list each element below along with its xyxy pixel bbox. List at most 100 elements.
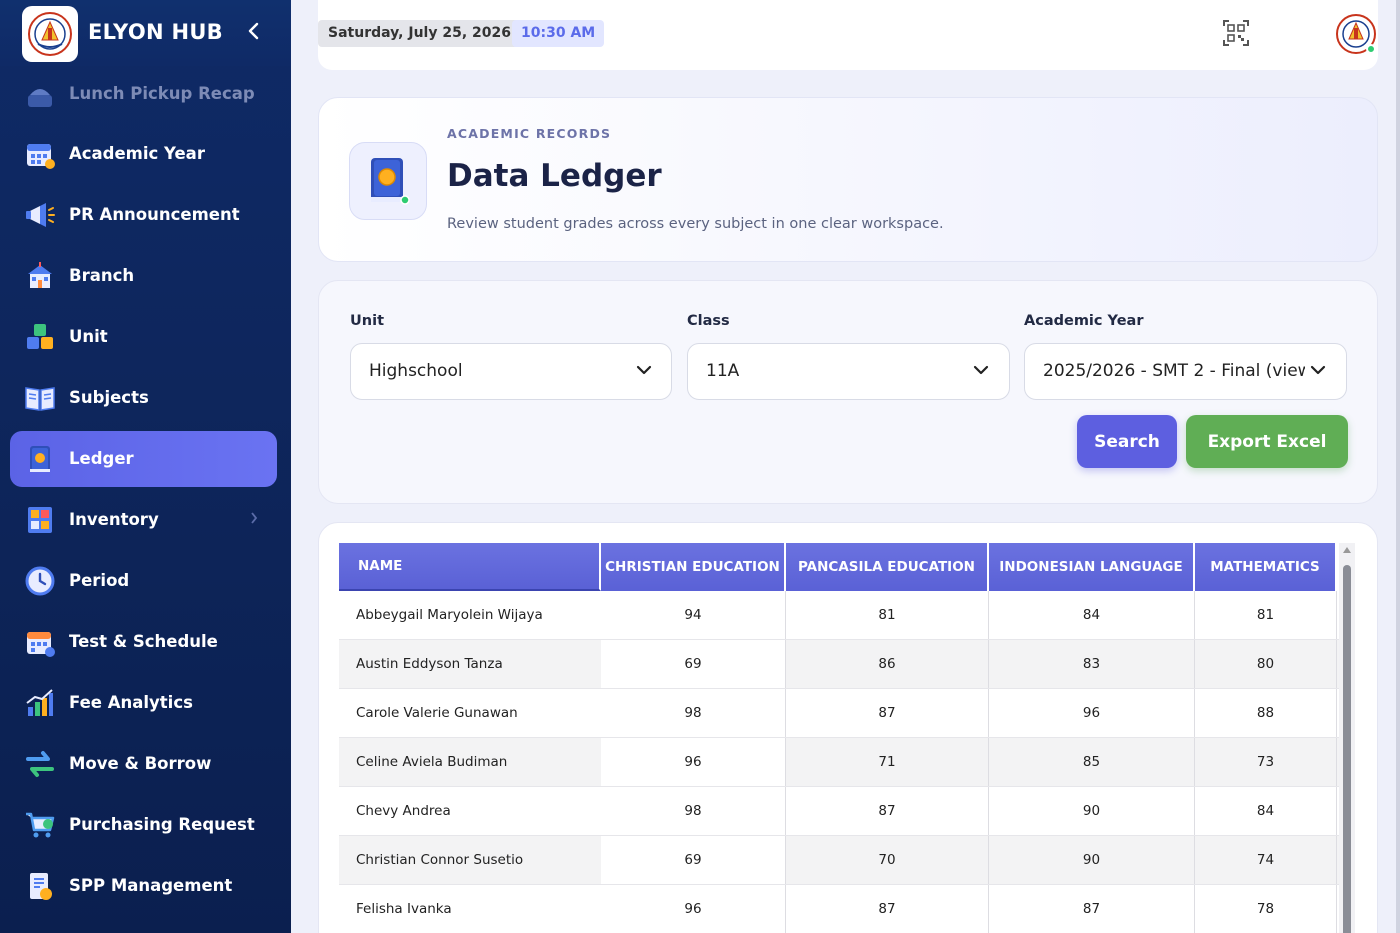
- column-header-mathematics[interactable]: MATHEMATICS: [1195, 543, 1337, 591]
- school-crest-icon: [28, 12, 72, 56]
- sidebar-item-label: Fee Analytics: [69, 693, 193, 712]
- sidebar-item-label: PR Announcement: [69, 205, 240, 224]
- collapse-sidebar-button[interactable]: [246, 20, 262, 48]
- table-row[interactable]: Abbeygail Maryolein Wijaya 94 81 84 81: [339, 591, 1339, 640]
- student-name-cell: Christian Connor Susetio: [339, 836, 601, 884]
- page-subtitle: Review student grades across every subje…: [447, 216, 944, 232]
- student-name-cell: Austin Eddyson Tanza: [339, 640, 601, 688]
- user-avatar[interactable]: [1334, 12, 1378, 56]
- lunch-icon: [28, 89, 52, 107]
- scrollbar-thumb[interactable]: [1343, 565, 1351, 933]
- date-display: Saturday, July 25, 2026: [318, 20, 521, 47]
- ledger-table-card: NAME CHRISTIAN EDUCATION PANCASILA EDUCA…: [318, 522, 1378, 933]
- chevron-down-icon: [636, 365, 652, 375]
- table-row[interactable]: Christian Connor Susetio 69 70 90 74: [339, 836, 1339, 885]
- column-header-pancasila-education[interactable]: PANCASILA EDUCATION: [786, 543, 989, 591]
- bill-icon: [30, 873, 52, 900]
- swap-arrows-icon: [26, 751, 54, 777]
- school-logo[interactable]: [22, 6, 78, 62]
- class-label: Class: [687, 313, 730, 329]
- table-header-row: NAME CHRISTIAN EDUCATION PANCASILA EDUCA…: [339, 543, 1339, 591]
- inventory-icon: [28, 507, 52, 533]
- sidebar-item-label: Branch: [69, 266, 135, 285]
- ledger-book-icon: [371, 158, 410, 205]
- cubes-icon: [27, 324, 53, 349]
- export-excel-button[interactable]: Export Excel: [1186, 415, 1348, 468]
- clock-icon: [25, 566, 55, 596]
- table-row[interactable]: Carole Valerie Gunawan 98 87 96 88: [339, 689, 1339, 738]
- grade-cell: 90: [989, 836, 1195, 884]
- unit-select-value: Highschool: [369, 361, 463, 381]
- table-scrollbar[interactable]: [1339, 543, 1355, 933]
- sidebar-item-branch[interactable]: Branch: [10, 248, 277, 304]
- qr-code-icon: [1223, 20, 1249, 46]
- sidebar-item-academic-year[interactable]: Academic Year: [10, 126, 277, 182]
- class-select[interactable]: 11A: [687, 343, 1010, 400]
- sidebar-item-spp-management[interactable]: SPP Management: [10, 858, 277, 914]
- sidebar-item-fee-analytics[interactable]: Fee Analytics: [10, 675, 277, 731]
- sidebar: ELYON HUB Lunch Pickup Recap Academic Ye…: [0, 0, 291, 933]
- grade-cell: 78: [1195, 885, 1337, 933]
- time-display: 10:30 AM: [512, 20, 605, 47]
- top-bar: Saturday, July 25, 2026 10:30 AM: [318, 0, 1378, 70]
- grade-cell: 73: [1195, 738, 1337, 786]
- grade-cell: 87: [989, 885, 1195, 933]
- ledger-header-icon-box: [349, 142, 427, 220]
- sidebar-item-ledger[interactable]: Ledger: [10, 431, 277, 487]
- grade-cell: 86: [786, 640, 989, 688]
- student-name-cell: Carole Valerie Gunawan: [356, 705, 518, 721]
- grade-cell: 84: [989, 591, 1195, 639]
- chevron-down-icon: [973, 365, 989, 375]
- table-row[interactable]: Celine Aviela Budiman 96 71 85 73: [339, 738, 1339, 787]
- sidebar-item-period[interactable]: Period: [10, 553, 277, 609]
- academic-year-label: Academic Year: [1024, 313, 1144, 329]
- academic-year-select[interactable]: 2025/2026 - SMT 2 - Final (view: [1024, 343, 1347, 400]
- grade-cell: 84: [1195, 787, 1337, 835]
- sidebar-item-purchasing-request[interactable]: Purchasing Request: [10, 797, 277, 853]
- grade-cell: 90: [989, 787, 1195, 835]
- search-button[interactable]: Search: [1077, 415, 1177, 468]
- brand-bar: ELYON HUB: [0, 0, 291, 66]
- sidebar-item-test-schedule[interactable]: Test & Schedule: [10, 614, 277, 670]
- online-status-indicator: [1366, 44, 1376, 54]
- sidebar-item-inventory[interactable]: Inventory: [10, 492, 277, 548]
- page-title: Data Ledger: [447, 158, 662, 194]
- grade-cell: 96: [601, 885, 786, 933]
- chevron-right-icon: [249, 510, 259, 530]
- filter-panel: Unit Highschool Class 11A Academic Year …: [318, 280, 1378, 504]
- grade-cell: 81: [786, 591, 989, 639]
- grade-cell: 85: [989, 738, 1195, 786]
- grade-cell: 87: [786, 885, 989, 933]
- scroll-up-arrow-icon[interactable]: [1343, 547, 1351, 553]
- chevron-left-icon: [248, 22, 259, 40]
- school-building-icon: [28, 262, 52, 288]
- column-header-christian-education[interactable]: CHRISTIAN EDUCATION: [601, 543, 786, 591]
- page-header-card: ACADEMIC RECORDS Data Ledger Review stud…: [318, 97, 1378, 262]
- student-name-cell: Celine Aviela Budiman: [339, 738, 601, 786]
- grade-cell: 71: [786, 738, 989, 786]
- table-row[interactable]: Felisha Ivanka 96 87 87 78: [339, 885, 1339, 933]
- sidebar-item-subjects[interactable]: Subjects: [10, 370, 277, 426]
- book-open-icon: [25, 387, 55, 411]
- sidebar-item-pr-announcement[interactable]: PR Announcement: [10, 187, 277, 243]
- grade-cell: 83: [989, 640, 1195, 688]
- grade-cell: 94: [601, 591, 786, 639]
- ledger-book-icon: [30, 446, 50, 472]
- megaphone-icon: [26, 203, 55, 227]
- grade-cell: 74: [1195, 836, 1337, 884]
- sidebar-item-move-borrow[interactable]: Move & Borrow: [10, 736, 277, 792]
- sidebar-item-lunch-pickup-recap[interactable]: Lunch Pickup Recap: [10, 65, 277, 121]
- column-header-indonesian-language[interactable]: INDONESIAN LANGUAGE: [989, 543, 1195, 591]
- qr-code-button[interactable]: [1220, 17, 1252, 49]
- table-row[interactable]: Chevy Andrea 98 87 90 84: [339, 787, 1339, 836]
- sidebar-item-label: Test & Schedule: [69, 632, 218, 651]
- chevron-down-icon: [1310, 365, 1326, 375]
- column-header-name[interactable]: NAME: [339, 543, 601, 591]
- sidebar-item-unit[interactable]: Unit: [10, 309, 277, 365]
- sidebar-item-label: Academic Year: [69, 144, 205, 163]
- grade-cell: 88: [1195, 689, 1337, 737]
- unit-select[interactable]: Highschool: [350, 343, 672, 400]
- grade-cell: 96: [989, 689, 1195, 737]
- grade-cell: 80: [1195, 640, 1337, 688]
- table-row[interactable]: Austin Eddyson Tanza 69 86 83 80: [339, 640, 1339, 689]
